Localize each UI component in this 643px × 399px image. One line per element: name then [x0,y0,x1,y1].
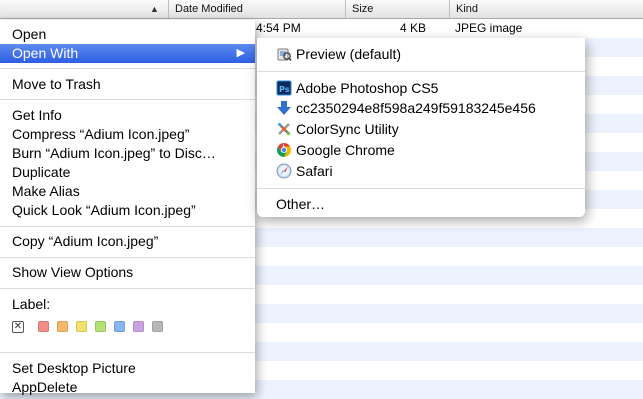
list-header: ▲ Date Modified Size Kind [0,0,643,19]
menu-separator [0,226,255,227]
menu-item-label: Move to Trash [12,76,101,92]
menu-item-make-alias[interactable]: Make Alias [0,182,255,201]
menu-separator [257,188,585,189]
column-kind-label: Kind [456,3,479,15]
submenu-item-preview[interactable]: Preview (default) [257,44,585,64]
safari-compass-icon [276,163,292,179]
row-date: 4:54 PM [256,21,301,35]
submenu-item-safari[interactable]: Safari [257,161,585,181]
menu-separator [0,288,255,289]
column-size[interactable]: Size [345,0,449,18]
submenu-item-chrome[interactable]: Google Chrome [257,140,585,160]
svg-text:Ps: Ps [279,85,290,94]
colorsync-app-icon [277,122,291,136]
menu-separator [257,71,585,72]
menu-item-copy[interactable]: Copy “Adium Icon.jpeg” [0,232,255,251]
submenu-item-label: Preview (default) [296,46,402,62]
menu-item-label: Copy “Adium Icon.jpeg” [12,233,159,249]
menu-item-label: Show View Options [12,264,134,280]
row-kind: JPEG image [455,21,523,35]
context-menu: Open Open With ▶ Move to Trash Get Info … [0,20,255,395]
menu-item-duplicate[interactable]: Duplicate [0,163,255,182]
chrome-app-icon [277,143,291,157]
open-with-submenu: Preview (default) Ps Adobe Photoshop CS5… [257,38,585,217]
label-gray-swatch[interactable] [152,321,163,332]
download-arrow-icon [277,101,291,115]
menu-item-get-info[interactable]: Get Info [0,106,255,125]
submenu-item-label: cc2350294e8f598a249f59183245e456 [296,100,536,116]
menu-item-label: Quick Look “Adium Icon.jpeg” [12,202,196,218]
menu-separator [0,68,255,69]
menu-item-label: Set Desktop Picture [12,360,136,376]
menu-item-label: Make Alias [12,183,80,199]
menu-item-set-desktop-picture[interactable]: Set Desktop Picture [0,359,255,378]
menu-item-label: Open With [12,45,79,61]
sort-arrow-icon[interactable]: ▲ [150,4,159,14]
label-purple-swatch[interactable] [133,321,144,332]
row-size: 4 KB [400,21,427,35]
label-green-swatch[interactable] [95,321,106,332]
submenu-item-photoshop[interactable]: Ps Adobe Photoshop CS5 [257,78,585,98]
menu-item-label: Get Info [12,107,62,123]
column-size-label: Size [352,3,374,15]
menu-item-appdelete[interactable]: AppDelete [0,378,255,397]
menu-item-label: Label: [12,296,51,312]
preview-app-icon [277,48,292,61]
column-date-modified-label: Date Modified [175,3,243,15]
submenu-item-hash-app[interactable]: cc2350294e8f598a249f59183245e456 [257,98,585,118]
label-red-swatch[interactable] [38,321,49,332]
menu-item-burn[interactable]: Burn “Adium Icon.jpeg” to Disc… [0,144,255,163]
submenu-item-label: Other… [276,196,326,212]
menu-item-label: Open [12,26,47,42]
menu-item-open-with[interactable]: Open With ▶ [0,44,255,63]
menu-separator [0,352,255,353]
menu-item-quick-look[interactable]: Quick Look “Adium Icon.jpeg” [0,201,255,220]
menu-item-open[interactable]: Open [0,25,255,44]
menu-item-show-view-options[interactable]: Show View Options [0,263,255,282]
menu-separator [0,257,255,258]
column-kind[interactable]: Kind [449,0,643,18]
submenu-item-other[interactable]: Other… [257,194,585,214]
submenu-arrow-icon: ▶ [236,47,245,59]
label-none-icon[interactable]: ✕ [12,321,24,333]
submenu-item-label: Google Chrome [296,142,395,158]
label-orange-swatch[interactable] [57,321,68,332]
label-yellow-swatch[interactable] [76,321,87,332]
submenu-item-label: Adobe Photoshop CS5 [296,80,439,96]
menu-item-compress[interactable]: Compress “Adium Icon.jpeg” [0,125,255,144]
submenu-item-label: Safari [296,163,333,179]
menu-item-label: Compress “Adium Icon.jpeg” [12,126,190,142]
menu-item-move-to-trash[interactable]: Move to Trash [0,75,255,94]
menu-separator [0,99,255,100]
label-blue-swatch[interactable] [114,321,125,332]
menu-item-label: Duplicate [12,164,71,180]
menu-item-label: Burn “Adium Icon.jpeg” to Disc… [12,145,216,161]
label-heading: Label: [0,295,255,314]
submenu-item-label: ColorSync Utility [296,121,399,137]
photoshop-app-icon: Ps [276,80,292,96]
submenu-item-colorsync[interactable]: ColorSync Utility [257,119,585,139]
column-date-modified[interactable]: Date Modified [168,0,345,18]
